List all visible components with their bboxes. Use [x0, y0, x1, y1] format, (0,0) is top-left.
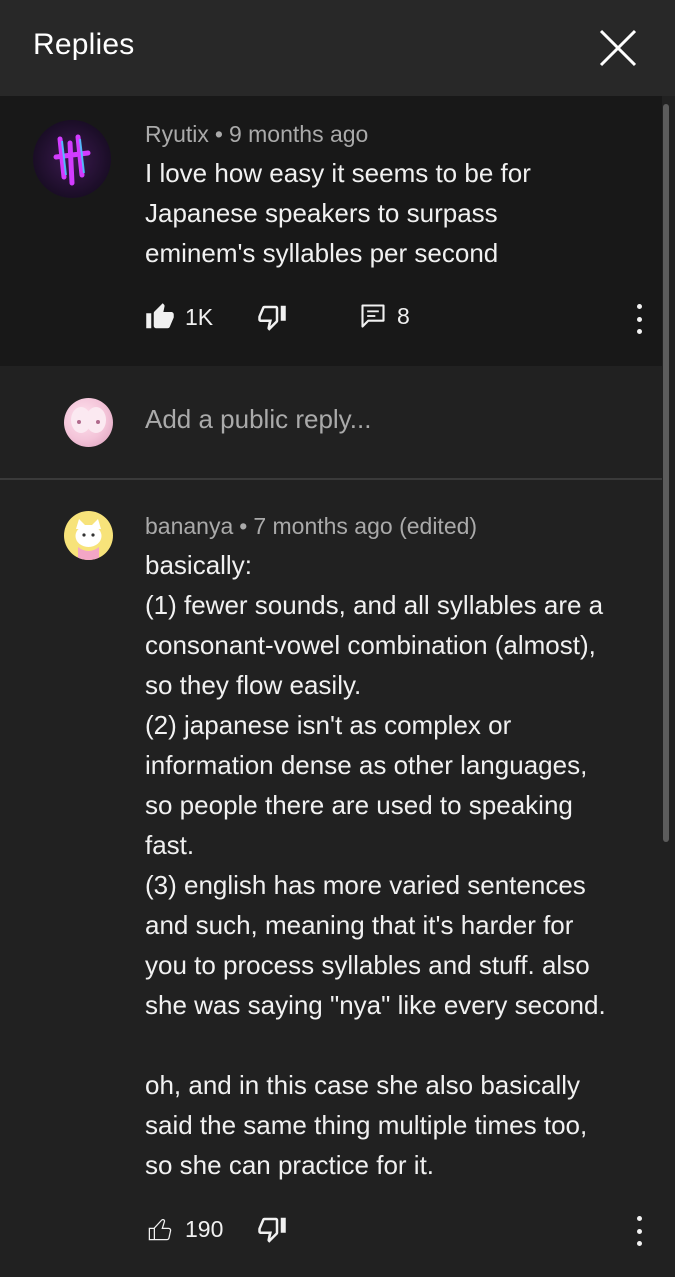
thumbs-up-icon — [145, 302, 175, 332]
parent-text: I love how easy it seems to be for Japan… — [145, 158, 531, 268]
divider — [0, 478, 662, 480]
parent-more-button[interactable] — [629, 304, 649, 334]
reply-text: basically: (1) fewer sounds, and all syl… — [145, 550, 606, 1180]
add-reply-row — [0, 366, 662, 478]
current-user-avatar — [64, 398, 113, 447]
comment-icon — [359, 302, 387, 330]
reply-like-button[interactable]: 190 — [145, 1214, 223, 1244]
meta-separator: • — [214, 121, 223, 147]
reply-author[interactable]: bananya — [145, 513, 233, 539]
close-button[interactable] — [592, 22, 644, 74]
parent-meta: Ryutix • 9 months ago — [145, 121, 368, 148]
parent-dislike-button[interactable] — [257, 302, 287, 332]
anime-avatar-icon — [71, 407, 106, 433]
parent-time: 9 months ago — [228, 121, 369, 147]
reply-time: 7 months ago (edited) — [253, 513, 478, 539]
thumbs-up-icon — [145, 1214, 175, 1244]
replies-header: Replies — [0, 0, 675, 96]
thumbs-down-icon — [257, 302, 287, 332]
reply-more-button[interactable] — [629, 1216, 649, 1246]
parent-like-count: 1K — [185, 303, 214, 330]
glitch-logo-icon — [53, 134, 91, 186]
ryutix-avatar[interactable] — [33, 120, 111, 198]
cat-avatar-icon — [75, 519, 102, 560]
parent-author[interactable]: Ryutix — [145, 121, 209, 147]
meta-separator: • — [239, 513, 248, 539]
parent-reply-count: 8 — [397, 302, 410, 329]
scrollbar[interactable] — [663, 104, 669, 842]
reply-meta: bananya • 7 months ago (edited) — [145, 513, 477, 540]
parent-comment: Ryutix • 9 months ago I love how easy it s… — [0, 96, 662, 366]
reply-input[interactable] — [145, 404, 625, 435]
parent-like-button[interactable]: 1K — [145, 302, 213, 332]
parent-replies-button[interactable]: 8 — [359, 302, 410, 330]
close-icon — [599, 29, 637, 67]
reply-like-count: 190 — [185, 1215, 224, 1242]
header-title: Replies — [33, 28, 135, 61]
more-vert-icon — [636, 304, 642, 309]
reply-dislike-button[interactable] — [257, 1214, 287, 1244]
thumbs-down-icon — [257, 1214, 287, 1244]
more-vert-icon — [636, 1216, 642, 1221]
bananya-avatar[interactable] — [64, 511, 113, 560]
